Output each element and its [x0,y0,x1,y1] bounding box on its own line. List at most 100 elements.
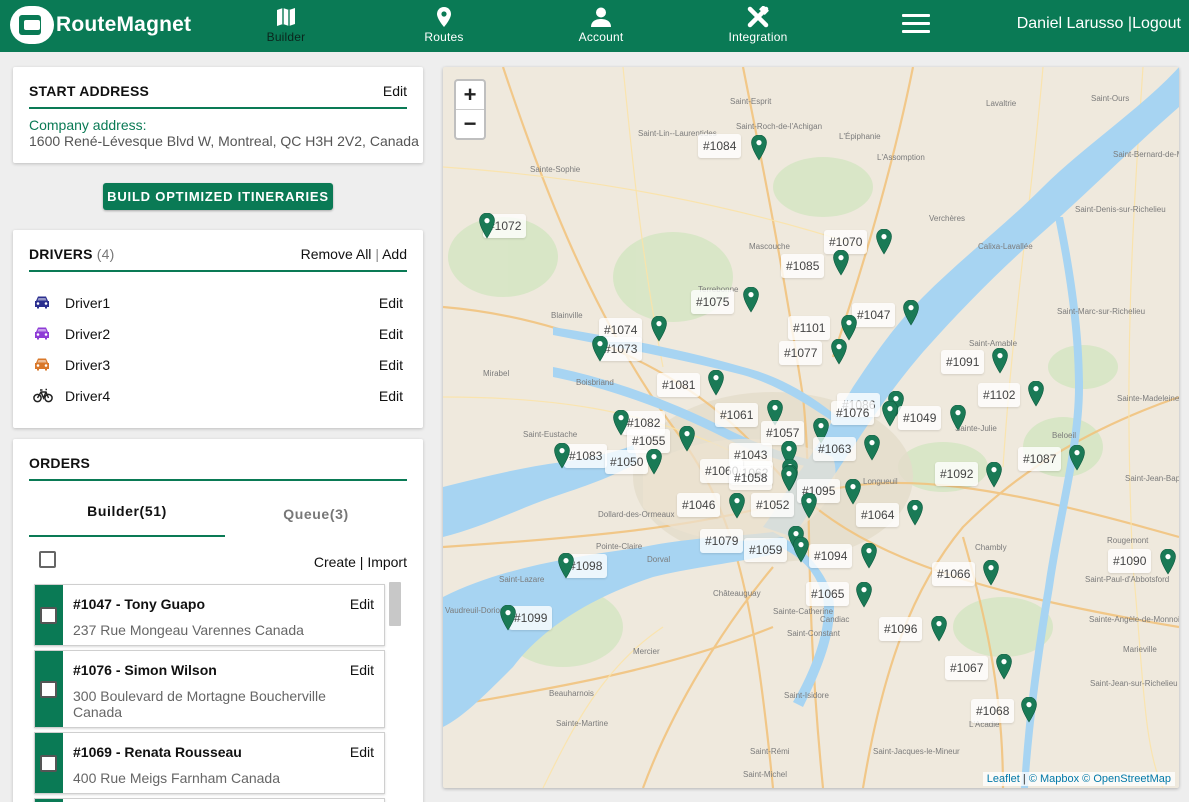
start-address-edit-link[interactable]: Edit [383,83,407,99]
driver-row[interactable]: Driver4 Edit [33,382,403,412]
order-checkbox[interactable] [40,755,57,772]
tab-builder[interactable]: Builder(51) [29,503,225,537]
order-marker-label[interactable]: #1101 [788,316,831,340]
menu-hamburger-icon[interactable] [902,14,930,36]
map-pin-icon[interactable] [554,442,570,469]
order-card[interactable]: #1047 - Tony Guapo Edit 237 Rue Mongeau … [34,584,385,646]
mapbox-link[interactable]: © Mapbox [1029,773,1079,785]
map-pin-icon[interactable] [983,559,999,586]
map-pin-icon[interactable] [831,338,847,365]
route-map[interactable]: Saint-Esprit Saint-Lin--Laurentides Sain… [443,67,1179,788]
map-pin-icon[interactable] [950,404,966,431]
order-edit-link[interactable]: Edit [350,662,374,678]
order-marker-label[interactable]: #1077 [779,341,823,365]
map-pin-icon[interactable] [931,615,947,642]
map-pin-icon[interactable] [479,212,495,239]
map-pin-icon[interactable] [751,134,767,161]
nav-routes[interactable]: Routes [389,4,499,48]
tab-queue[interactable]: Queue(3) [218,506,414,540]
openstreetmap-link[interactable]: © OpenStreetMap [1082,773,1171,785]
map-pin-icon[interactable] [558,552,574,579]
map-pin-icon[interactable] [1160,548,1176,575]
map-pin-icon[interactable] [1021,696,1037,723]
map-pin-icon[interactable] [845,478,861,505]
map-pin-icon[interactable] [781,465,797,492]
driver-row[interactable]: Driver1 Edit [33,289,403,319]
order-edit-link[interactable]: Edit [350,744,374,760]
map-pin-icon[interactable] [646,448,662,475]
driver-row[interactable]: Driver3 Edit [33,351,403,381]
leaflet-link[interactable]: Leaflet [987,773,1020,785]
nav-integration[interactable]: Integration [703,4,813,48]
map-pin-icon[interactable] [793,536,809,563]
order-marker-label[interactable]: #1085 [781,254,825,278]
order-marker-label[interactable]: #1058 [729,466,773,490]
map-pin-icon[interactable] [876,228,892,255]
orders-scrollbar-thumb[interactable] [389,582,401,626]
order-marker-label[interactable]: #1067 [945,656,989,680]
order-marker-label[interactable]: #1066 [932,562,976,586]
order-marker-label[interactable]: #1046 [677,493,721,517]
order-marker-label[interactable]: #1047 [852,303,896,327]
order-marker-label[interactable]: #1064 [856,503,900,527]
build-itineraries-button[interactable]: BUILD OPTIMIZED ITINERARIES [103,183,333,210]
import-orders-link[interactable]: Import [367,554,407,570]
driver-edit-link[interactable]: Edit [379,388,403,404]
map-pin-icon[interactable] [903,299,919,326]
order-card[interactable]: #1076 - Simon Wilson Edit 300 Boulevard … [34,650,385,728]
map-pin-icon[interactable] [500,604,516,631]
create-order-link[interactable]: Create [314,554,356,570]
map-pin-icon[interactable] [986,461,1002,488]
map-pin-icon[interactable] [841,314,857,341]
order-marker-label[interactable]: #1083 [564,444,608,468]
map-pin-icon[interactable] [801,492,817,519]
map-pin-icon[interactable] [882,400,898,427]
map-pin-icon[interactable] [861,542,877,569]
map-pin-icon[interactable] [1069,444,1085,471]
order-marker-label[interactable]: #1090 [1108,549,1152,573]
map-pin-icon[interactable] [856,581,872,608]
map-pin-icon[interactable] [708,369,724,396]
map-pin-icon[interactable] [743,286,759,313]
order-marker-label[interactable]: #1102 [978,383,1021,407]
order-marker-label[interactable]: #1092 [935,462,979,486]
order-checkbox[interactable] [40,607,57,624]
map-pin-icon[interactable] [864,434,880,461]
app-logo[interactable]: RouteMagnet [10,6,191,44]
order-marker-label[interactable]: #1049 [898,406,942,430]
zoom-in-button[interactable]: + [456,81,484,110]
map-pin-icon[interactable] [907,499,923,526]
nav-builder[interactable]: Builder [231,4,341,48]
order-marker-label[interactable]: #1081 [657,373,701,397]
map-pin-icon[interactable] [996,653,1012,680]
logout-link[interactable]: Logout [1132,15,1181,32]
map-pin-icon[interactable] [592,335,608,362]
order-card[interactable] [34,798,385,802]
order-marker-label[interactable]: #1094 [809,544,853,568]
driver-edit-link[interactable]: Edit [379,357,403,373]
order-checkbox[interactable] [40,681,57,698]
driver-edit-link[interactable]: Edit [379,295,403,311]
driver-edit-link[interactable]: Edit [379,326,403,342]
order-marker-label[interactable]: #1091 [941,350,985,374]
order-marker-label[interactable]: #1096 [879,617,923,641]
order-marker-label[interactable]: #1084 [698,134,742,158]
order-marker-label[interactable]: #1068 [971,699,1015,723]
order-card[interactable]: #1069 - Renata Rousseau Edit 400 Rue Mei… [34,732,385,794]
order-marker-label[interactable]: #1087 [1018,447,1062,471]
map-pin-icon[interactable] [833,249,849,276]
map-pin-icon[interactable] [729,492,745,519]
remove-all-link[interactable]: Remove All [301,246,372,262]
driver-row[interactable]: Driver2 Edit [33,320,403,350]
nav-account[interactable]: Account [546,4,656,48]
order-marker-label[interactable]: #1063 [813,437,857,461]
order-marker-label[interactable]: #1075 [691,290,735,314]
map-pin-icon[interactable] [679,425,695,452]
map-pin-icon[interactable] [992,347,1008,374]
order-edit-link[interactable]: Edit [350,596,374,612]
map-pin-icon[interactable] [651,315,667,342]
order-marker-label[interactable]: #1052 [751,493,795,517]
add-driver-link[interactable]: Add [382,246,407,262]
select-all-checkbox[interactable] [39,551,56,568]
order-marker-label[interactable]: #1059 [744,538,788,562]
